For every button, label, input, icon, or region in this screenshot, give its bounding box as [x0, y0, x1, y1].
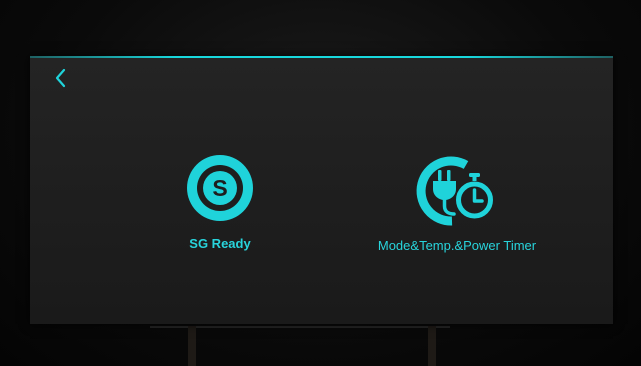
chevron-left-icon: [55, 68, 66, 88]
sg-ready-icon: S: [187, 155, 253, 221]
svg-text:S: S: [212, 175, 227, 201]
screen: S SG Ready Mode&Temp.&Power Timer: [30, 56, 613, 324]
back-button[interactable]: [50, 66, 72, 90]
header-accent-line: [30, 56, 613, 58]
power-timer-icon: [416, 156, 494, 226]
power-timer-button[interactable]: Mode&Temp.&Power Timer: [342, 154, 572, 253]
sg-ready-label: SG Ready: [189, 236, 251, 251]
sg-ready-button[interactable]: S SG Ready: [155, 154, 285, 251]
display-stand-leg: [428, 326, 436, 366]
display-stand-leg: [188, 326, 196, 366]
power-timer-label: Mode&Temp.&Power Timer: [377, 238, 537, 253]
display-frame: S SG Ready Mode&Temp.&Power Timer: [0, 0, 641, 366]
